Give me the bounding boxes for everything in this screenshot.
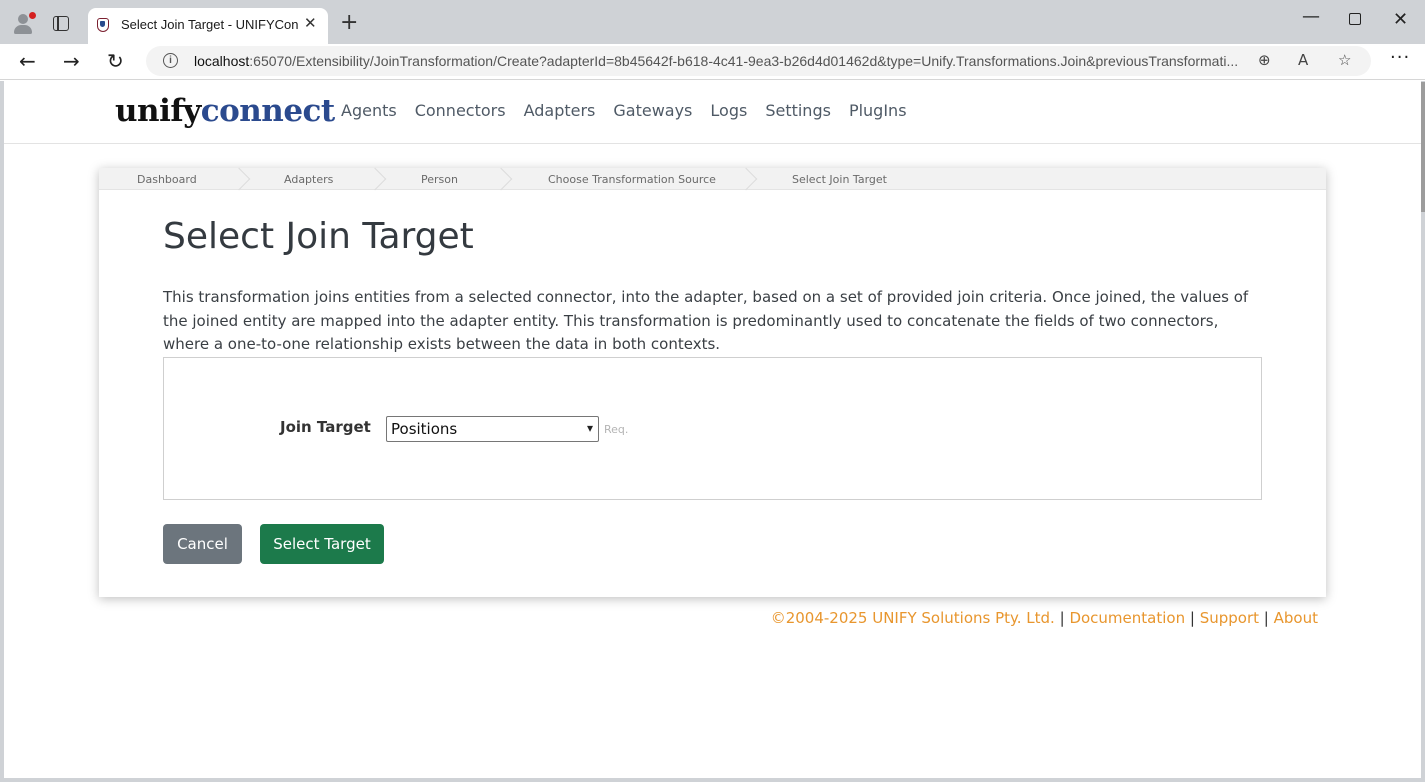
close-window-icon[interactable]: ✕	[1393, 9, 1408, 30]
breadcrumb-person[interactable]: Person	[421, 173, 458, 186]
nav-connectors[interactable]: Connectors	[415, 101, 506, 120]
select-target-button[interactable]: Select Target	[260, 524, 384, 564]
breadcrumb-separator	[235, 168, 249, 190]
nav-plugins[interactable]: PlugIns	[849, 101, 907, 120]
main-nav: Agents Connectors Adapters Gateways Logs…	[341, 101, 907, 120]
nav-agents[interactable]: Agents	[341, 101, 397, 120]
nav-settings[interactable]: Settings	[765, 101, 831, 120]
maximize-icon[interactable]	[1349, 13, 1361, 25]
new-tab-icon[interactable]: +	[340, 10, 358, 36]
required-hint: Req.	[604, 423, 629, 436]
breadcrumb-separator	[742, 168, 756, 190]
tab-title: Select Join Target - UNIFYConnect	[121, 17, 299, 32]
minimize-icon[interactable]: —	[1302, 6, 1320, 27]
nav-logs[interactable]: Logs	[710, 101, 747, 120]
forward-icon[interactable]: →	[63, 47, 80, 75]
reload-icon[interactable]: ↻	[107, 47, 124, 75]
site-footer: ©2004-2025 UNIFY Solutions Pty. Ltd. | D…	[4, 609, 1318, 627]
browser-tabstrip: Select Join Target - UNIFYConnect ✕ + — …	[0, 0, 1425, 44]
breadcrumb-current: Select Join Target	[792, 173, 887, 186]
footer-copyright[interactable]: ©2004-2025 UNIFY Solutions Pty. Ltd.	[771, 609, 1055, 627]
page-viewport: unifyconnect Agents Connectors Adapters …	[4, 81, 1421, 778]
breadcrumb-separator	[497, 168, 511, 190]
footer-separator: |	[1059, 609, 1065, 627]
more-menu-icon[interactable]: ···	[1390, 47, 1410, 68]
scrollbar-thumb[interactable]	[1421, 82, 1425, 212]
shield-favicon-icon	[97, 18, 109, 32]
footer-about-link[interactable]: About	[1274, 609, 1318, 627]
site-info-icon[interactable]: i	[163, 53, 178, 68]
footer-documentation-link[interactable]: Documentation	[1069, 609, 1185, 627]
unifyconnect-logo[interactable]: unifyconnect	[115, 93, 335, 129]
breadcrumb-adapters[interactable]: Adapters	[284, 173, 333, 186]
page-description: This transformation joins entities from …	[163, 288, 1249, 353]
profile-icon[interactable]	[12, 12, 36, 34]
chevron-down-icon: ▾	[586, 421, 593, 435]
breadcrumb: Dashboard Adapters Person Choose Transfo…	[99, 168, 1326, 190]
window-frame	[0, 778, 1425, 782]
read-aloud-icon[interactable]: A	[1298, 51, 1308, 69]
favorite-star-icon[interactable]: ☆	[1338, 51, 1351, 69]
nav-gateways[interactable]: Gateways	[613, 101, 692, 120]
footer-separator: |	[1189, 609, 1195, 627]
address-bar[interactable]: i localhost:65070/Extensibility/JoinTran…	[146, 46, 1371, 76]
page-title: Select Join Target	[163, 216, 474, 257]
footer-separator: |	[1263, 609, 1269, 627]
browser-toolbar: ← → ↻ i localhost:65070/Extensibility/Jo…	[0, 44, 1425, 80]
tab-actions-icon[interactable]	[53, 16, 69, 31]
cancel-button[interactable]: Cancel	[163, 524, 242, 564]
content-card: Dashboard Adapters Person Choose Transfo…	[99, 168, 1326, 597]
join-target-selected-value: Positions	[391, 420, 458, 438]
browser-tab[interactable]: Select Join Target - UNIFYConnect ✕	[88, 8, 328, 44]
join-target-form: Join Target Positions ▾ Req.	[163, 357, 1262, 500]
breadcrumb-dashboard[interactable]: Dashboard	[137, 173, 197, 186]
url-text[interactable]: localhost:65070/Extensibility/JoinTransf…	[194, 53, 1239, 69]
nav-adapters[interactable]: Adapters	[524, 101, 596, 120]
join-target-select[interactable]: Positions ▾	[386, 416, 599, 442]
join-target-label: Join Target	[280, 418, 371, 436]
breadcrumb-choose-source[interactable]: Choose Transformation Source	[548, 173, 716, 186]
back-icon[interactable]: ←	[19, 47, 36, 75]
breadcrumb-separator	[371, 168, 385, 190]
site-header: unifyconnect Agents Connectors Adapters …	[4, 81, 1421, 144]
close-tab-icon[interactable]: ✕	[304, 14, 317, 32]
footer-support-link[interactable]: Support	[1200, 609, 1259, 627]
zoom-icon[interactable]: ⊕	[1258, 51, 1271, 69]
